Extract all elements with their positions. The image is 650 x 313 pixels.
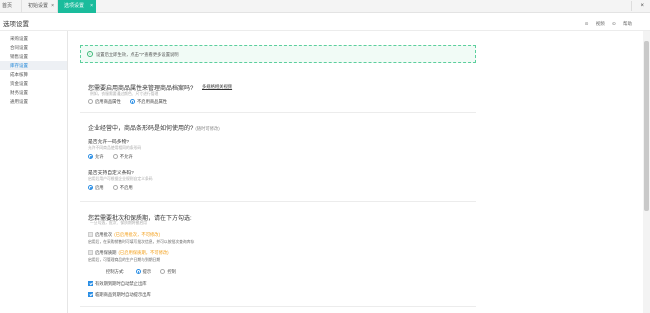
multi-item-barcode-hint: 允许不同商品使用相同的条形码 [88, 146, 142, 150]
radio-selected-icon [135, 269, 141, 274]
enable-attribute-label: 启用商品属性 [95, 99, 121, 104]
multi-item-barcode-radio-group: 允许 不允许 [88, 154, 141, 160]
sidebar-item-general[interactable]: 通用设置 [0, 97, 67, 106]
divider [80, 306, 476, 307]
checkbox-disabled-icon [88, 250, 93, 255]
custom-barcode-hint: 启用后用户可根据企业规则自定义条码 [88, 177, 153, 181]
attribute-hint: 例如，衣服需要通过颜色、尺寸进行管理 [90, 92, 159, 96]
sidebar-item-inventory[interactable]: 库存设置 [0, 61, 67, 70]
help-button[interactable]: ⊙ 帮助 [612, 21, 632, 26]
enable-custom-barcode-label: 启用 [95, 185, 104, 190]
page-title: 选项设置 [3, 21, 29, 28]
header-actions: ⊙ 视频 ⊙ 帮助 [579, 21, 632, 27]
tab-initial-settings[interactable]: 初始设置 × [22, 0, 58, 13]
near-expiry-remind-checkbox[interactable]: 临期商品到期时自动提示出库 [88, 292, 151, 298]
video-button[interactable]: ⊙ 视频 [585, 21, 605, 26]
custom-barcode-question: 是否支持自定义条码? [88, 171, 134, 176]
radio-selected-icon [88, 185, 93, 190]
attribute-radio-group: 启用商品属性 不启用商品属性 [88, 99, 175, 105]
divider [631, 1, 632, 11]
tab-option-settings[interactable]: 选项设置 × [58, 0, 96, 13]
barcode-section-title-text: 企业经营中，商品条形码是如何使用的? [88, 126, 194, 132]
tab-option-settings-label: 选项设置 [64, 3, 85, 9]
sidebar-item-funds[interactable]: 资金设置 [0, 79, 67, 88]
help-label: 帮助 [623, 21, 632, 26]
batch-section-hint: 一旦勾选，批次、保质期将被启用 [90, 221, 147, 225]
sidebar-item-costing[interactable]: 成本核算 [0, 70, 67, 79]
disallow-label: 不允许 [119, 154, 133, 159]
tab-bar: 首页 初始设置 × 选项设置 × × [0, 0, 650, 13]
enable-batch-label: 启用批次 [95, 232, 113, 237]
disable-custom-barcode-option[interactable]: 不启用 [112, 185, 133, 191]
allow-option[interactable]: 允许 [88, 154, 104, 160]
scrollbar[interactable] [643, 31, 650, 313]
expiry-block-label: 有效期到期时自动禁止出库 [95, 281, 147, 286]
disable-attribute-label: 不启用商品属性 [136, 99, 168, 104]
allow-label: 允许 [95, 154, 104, 159]
enable-batch-checkbox[interactable]: 启用批次 (已启用批次，不可修改) [88, 232, 160, 238]
checkbox-disabled-icon [88, 232, 93, 237]
scrollbar-thumb[interactable] [644, 41, 649, 211]
sidebar-item-sales[interactable]: 销售设置 [0, 52, 67, 61]
barcode-section-note: (随时可修改) [195, 126, 220, 131]
shelf-life-locked-warning: (已启用保质期，不可修改) [118, 250, 169, 255]
tab-home-label: 首页 [2, 3, 13, 9]
radio-icon [160, 269, 166, 274]
strict-control-option[interactable]: 控制 [160, 269, 176, 275]
radio-selected-icon [129, 99, 135, 104]
window-close-icon[interactable]: × [640, 0, 644, 13]
strict-control-label: 控制 [167, 269, 176, 274]
main-content: i 设置后立即生效，点击“?”查看更多设置说明 您需要启用商品属性来管理商品档案… [68, 31, 640, 313]
shelf-life-hint: 启用后，可管理商品的生产日期与到期日期 [88, 258, 161, 262]
radio-icon [88, 99, 93, 104]
checkbox-checked-icon [88, 281, 93, 286]
radio-icon [112, 185, 118, 190]
enable-custom-barcode-option[interactable]: 启用 [88, 185, 104, 191]
multi-item-barcode-question: 是否允许一码多物? [88, 140, 130, 145]
enable-attribute-option[interactable]: 启用商品属性 [88, 99, 121, 105]
radio-selected-icon [88, 154, 93, 159]
batch-hint: 启用后，在采购销售时可填写批次信息，并可以按批次查询库存 [88, 240, 195, 244]
tab-home[interactable]: 首页 [0, 0, 22, 13]
multi-spec-video-link[interactable]: 多规格相关视频 [202, 84, 232, 90]
control-mode-group: 控制方式: 提示 控制 [106, 269, 184, 275]
custom-barcode-radio-group: 启用 不启用 [88, 185, 141, 191]
radio-icon [112, 154, 118, 159]
enable-shelf-life-checkbox[interactable]: 启用保质期 (已启用保质期，不可修改) [88, 250, 169, 256]
near-expiry-remind-label: 临期商品到期时自动提示出库 [95, 292, 151, 297]
close-icon[interactable]: × [90, 0, 93, 13]
disallow-option[interactable]: 不允许 [112, 154, 133, 160]
divider [80, 112, 476, 113]
notice-banner: i 设置后立即生效，点击“?”查看更多设置说明 [80, 45, 476, 63]
tab-initial-settings-label: 初始设置 [28, 3, 49, 9]
sidebar: 采购设置 合同设置 销售设置 库存设置 成本核算 资金设置 财务设置 通用设置 [0, 31, 68, 313]
control-mode-label: 控制方式: [106, 269, 125, 274]
enable-shelf-life-label: 启用保质期 [95, 250, 117, 255]
expiry-block-checkbox[interactable]: 有效期到期时自动禁止出库 [88, 281, 147, 287]
sidebar-item-contract[interactable]: 合同设置 [0, 43, 67, 52]
disable-attribute-option[interactable]: 不启用商品属性 [129, 99, 168, 105]
remind-label: 提示 [142, 269, 152, 274]
checkbox-checked-icon [88, 292, 93, 297]
barcode-section-title: 企业经营中，商品条形码是如何使用的? (随时可修改) [88, 123, 220, 132]
disable-custom-barcode-label: 不启用 [119, 185, 133, 190]
sidebar-item-finance[interactable]: 财务设置 [0, 88, 67, 97]
remind-option[interactable]: 提示 [135, 269, 152, 275]
attribute-section-title: 您需要启用商品属性来管理商品档案吗? [88, 86, 194, 92]
sidebar-item-purchase[interactable]: 采购设置 [0, 34, 67, 43]
divider [80, 201, 476, 202]
close-icon[interactable]: × [51, 0, 54, 13]
notice-text: 设置后立即生效，点击“?”查看更多设置说明 [96, 52, 179, 57]
info-icon: i [87, 51, 93, 57]
video-label: 视频 [595, 21, 605, 26]
batch-locked-warning: (已启用批次，不可修改) [114, 232, 161, 237]
